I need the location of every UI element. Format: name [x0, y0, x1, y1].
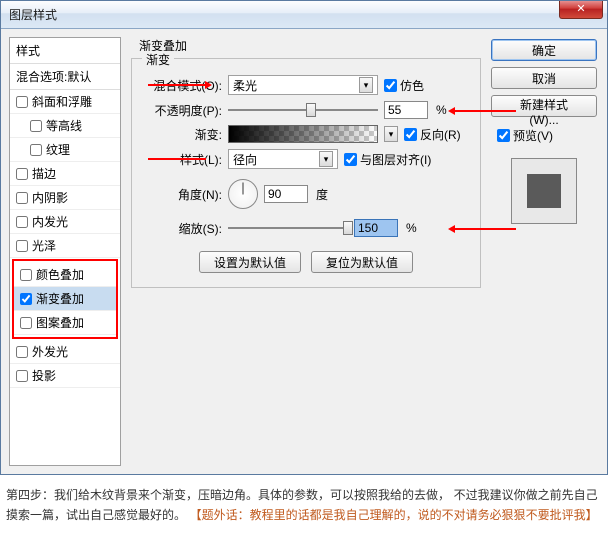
tutorial-caption: 第四步：我们给木纹背景来个渐变，压暗边角。具体的参数，可以按照我给的去做， 不过…: [0, 475, 608, 538]
gradient-groupbox: 渐变 混合模式(O): 柔光 ▾ 仿色 不透明度(P):: [131, 58, 481, 288]
aside-note: 【题外话：教程里的话都是我自己理解的，说的不对请务必狠狠不要批评我】: [190, 508, 598, 522]
angle-row: 角度(N): 度: [144, 179, 468, 209]
opacity-label: 不透明度(P):: [144, 102, 222, 119]
innershadow-checkbox[interactable]: [16, 192, 28, 204]
gradient-label: 渐变:: [144, 126, 222, 143]
blend-mode-row: 混合模式(O): 柔光 ▾ 仿色: [144, 75, 468, 95]
annotation-arrow: [454, 110, 516, 112]
stroke-checkbox[interactable]: [16, 168, 28, 180]
group-title: 渐变叠加: [131, 37, 481, 54]
annotation-highlight: 颜色叠加 渐变叠加 图案叠加: [12, 259, 118, 339]
style-row: 样式(L): 径向 ▾ 与图层对齐(I): [144, 149, 468, 169]
style-item-outer-glow[interactable]: 外发光: [10, 340, 120, 364]
cancel-button[interactable]: 取消: [491, 67, 597, 89]
titlebar: 图层样式 ✕: [1, 1, 607, 29]
options-panel: 渐变叠加 渐变 混合模式(O): 柔光 ▾ 仿色 不透明度(P):: [125, 29, 487, 474]
new-style-button[interactable]: 新建样式(W)...: [491, 95, 597, 117]
reset-default-button[interactable]: 复位为默认值: [311, 251, 413, 273]
style-item-bevel[interactable]: 斜面和浮雕: [10, 90, 120, 114]
style-list: 斜面和浮雕 等高线 纹理 描边 内阴影 内发光 光泽 颜色叠加 渐变叠加 图案叠…: [10, 90, 120, 465]
scale-suffix: %: [406, 221, 417, 235]
innerglow-checkbox[interactable]: [16, 216, 28, 228]
patternoverlay-checkbox[interactable]: [20, 317, 32, 329]
make-default-button[interactable]: 设置为默认值: [199, 251, 301, 273]
coloroverlay-checkbox[interactable]: [20, 269, 32, 281]
chevron-down-icon: ▾: [359, 77, 373, 93]
annotation-line: [148, 158, 206, 160]
dialog-body: 样式 混合选项:默认 斜面和浮雕 等高线 纹理 描边 内阴影 内发光 光泽 颜色…: [1, 29, 607, 474]
gradient-row: 渐变: ▾ 反向(R): [144, 125, 468, 143]
texture-checkbox[interactable]: [30, 144, 42, 156]
scale-row: 缩放(S): %: [144, 219, 468, 237]
preview-swatch: [527, 174, 561, 208]
annotation-arrow: [454, 228, 516, 230]
style-item-inner-shadow[interactable]: 内阴影: [10, 186, 120, 210]
outerglow-checkbox[interactable]: [16, 346, 28, 358]
close-button[interactable]: ✕: [559, 1, 603, 19]
action-panel: 确定 取消 新建样式(W)... 预览(V): [487, 29, 607, 474]
opacity-input[interactable]: [384, 101, 428, 119]
style-item-satin[interactable]: 光泽: [10, 234, 120, 258]
angle-dial[interactable]: [228, 179, 258, 209]
defaults-row: 设置为默认值 复位为默认值: [144, 251, 468, 273]
scale-slider[interactable]: [228, 220, 348, 236]
preview-checkbox[interactable]: 预览(V): [497, 127, 597, 144]
style-item-stroke[interactable]: 描边: [10, 162, 120, 186]
angle-suffix: 度: [316, 186, 328, 203]
style-item-inner-glow[interactable]: 内发光: [10, 210, 120, 234]
opacity-row: 不透明度(P): %: [144, 101, 468, 119]
dither-checkbox[interactable]: 仿色: [384, 77, 424, 94]
scale-input[interactable]: [354, 219, 398, 237]
style-item-texture[interactable]: 纹理: [10, 138, 120, 162]
chevron-down-icon: ▾: [319, 151, 333, 167]
gradient-swatch[interactable]: [228, 125, 378, 143]
style-item-drop-shadow[interactable]: 投影: [10, 364, 120, 388]
style-select[interactable]: 径向 ▾: [228, 149, 338, 169]
angle-label: 角度(N):: [144, 186, 222, 203]
scale-label: 缩放(S):: [144, 220, 222, 237]
blend-mode-select[interactable]: 柔光 ▾: [228, 75, 378, 95]
preview-box: [511, 158, 577, 224]
bevel-checkbox[interactable]: [16, 96, 28, 108]
gradientoverlay-checkbox[interactable]: [20, 293, 32, 305]
reverse-checkbox[interactable]: 反向(R): [404, 126, 461, 143]
layer-style-dialog: 图层样式 ✕ 样式 混合选项:默认 斜面和浮雕 等高线 纹理 描边 内阴影 内发…: [0, 0, 608, 475]
styles-header[interactable]: 样式: [10, 38, 120, 64]
contour-checkbox[interactable]: [30, 120, 42, 132]
ok-button[interactable]: 确定: [491, 39, 597, 61]
style-item-contour[interactable]: 等高线: [10, 114, 120, 138]
opacity-slider[interactable]: [228, 102, 378, 118]
style-item-pattern-overlay[interactable]: 图案叠加: [14, 311, 116, 335]
dropshadow-checkbox[interactable]: [16, 370, 28, 382]
annotation-arrow: [148, 84, 206, 86]
style-item-gradient-overlay[interactable]: 渐变叠加: [14, 287, 116, 311]
opacity-suffix: %: [436, 103, 447, 117]
blend-options-default[interactable]: 混合选项:默认: [10, 64, 120, 90]
chevron-down-icon[interactable]: ▾: [384, 126, 398, 142]
window-title: 图层样式: [9, 6, 57, 23]
align-checkbox[interactable]: 与图层对齐(I): [344, 151, 431, 168]
styles-panel: 样式 混合选项:默认 斜面和浮雕 等高线 纹理 描边 内阴影 内发光 光泽 颜色…: [9, 37, 121, 466]
angle-input[interactable]: [264, 185, 308, 203]
satin-checkbox[interactable]: [16, 240, 28, 252]
groupbox-label: 渐变: [142, 51, 174, 68]
style-item-color-overlay[interactable]: 颜色叠加: [14, 263, 116, 287]
